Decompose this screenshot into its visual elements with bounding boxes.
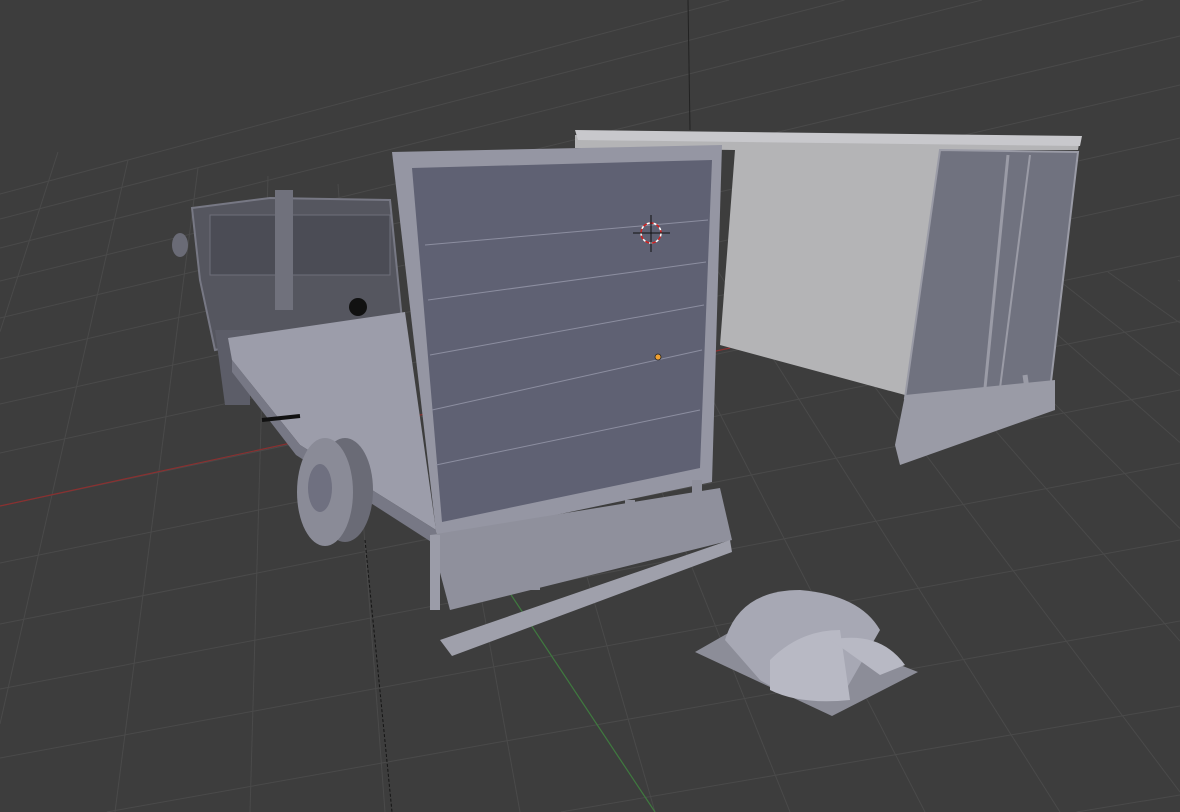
3d-viewport[interactable] [0,0,1180,812]
rear-wheel[interactable] [297,438,373,546]
grid-line [1076,794,1180,812]
object-origin-icon [654,353,662,361]
viewport-scene[interactable] [0,0,1180,812]
fifth-wheel[interactable] [695,590,918,716]
grid-line [560,705,1180,812]
grid-line [0,159,129,725]
grid-line [114,167,199,812]
front-panel[interactable] [392,145,732,656]
grid-line [0,151,59,332]
grid-line [106,620,1180,812]
camera-line-top [687,0,691,131]
camera-line-bottom [364,539,393,812]
grid-line [1107,271,1180,324]
